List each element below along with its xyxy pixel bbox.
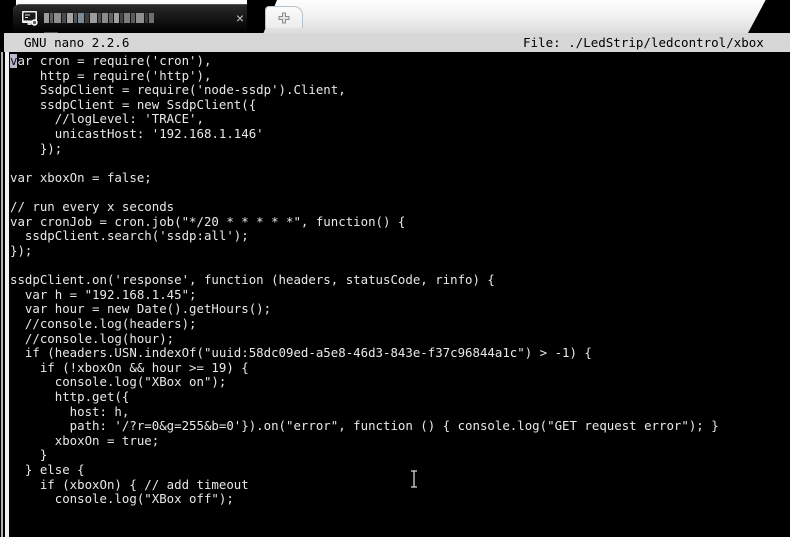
code-line: xboxOn = true; — [10, 433, 160, 448]
code-line: //logLevel: 'TRACE', — [10, 112, 204, 127]
code-line: ssdpClient.search('ssdp:all'); — [10, 229, 249, 244]
code-line: path: '/?r=0&g=255&b=0'}).on("error", fu… — [10, 419, 719, 434]
code-line: console.log("XBox on"); — [10, 375, 227, 390]
code-line: }); — [10, 141, 63, 156]
code-line: }); — [10, 243, 33, 258]
code-line: if (headers.USN.indexOf("uuid:58dc09ed-a… — [10, 346, 592, 361]
new-tab-button[interactable] — [265, 6, 303, 28]
code-line: //console.log(hour); — [10, 331, 175, 346]
code-line: SsdpClient = require('node-ssdp').Client… — [10, 83, 346, 98]
code-line: var hour = new Date().getHours(); — [10, 302, 272, 317]
nano-version-label: GNU nano 2.2.6 — [24, 35, 130, 50]
terminal-text-area[interactable]: var cron = require('cron'), http = requi… — [0, 52, 790, 537]
close-icon[interactable]: × — [232, 10, 248, 26]
code-line: console.log("XBox off"); — [10, 492, 234, 507]
code-line: if (!xboxOn && hour >= 19) { — [10, 360, 249, 375]
code-line: } — [10, 448, 48, 463]
terminal-window: × GNU nano 2.2.6 File: ./LedStrip/ledcon… — [0, 0, 790, 537]
code-line: var cronJob = cron.job("*/20 * * * * *",… — [10, 214, 406, 229]
terminal-icon — [22, 11, 39, 26]
code-line: if (xboxOn) { // add timeout — [10, 477, 249, 492]
code-line: } else { — [10, 463, 85, 478]
code-line: ssdpClient = new SsdpClient({ — [10, 97, 257, 112]
code-line: var xboxOn = false; — [10, 170, 152, 185]
window-titlebar: × — [0, 0, 790, 33]
text-cursor: v — [10, 54, 18, 68]
code-line: host: h, — [10, 404, 130, 419]
nano-file-label: File: ./LedStrip/ledcontrol/xbox — [523, 35, 764, 50]
code-line: http.get({ — [10, 390, 130, 405]
code-content: var cron = require('cron'), http = requi… — [10, 54, 790, 507]
code-line: // run every x seconds — [10, 200, 175, 215]
code-line: ssdpClient.on('response', function (head… — [10, 273, 495, 288]
code-line: unicastHost: '192.168.1.146' — [10, 127, 264, 142]
code-line: var h = "192.168.1.45"; — [10, 287, 197, 302]
nano-header-bar: GNU nano 2.2.6 File: ./LedStrip/ledcontr… — [4, 33, 790, 52]
code-line: //console.log(headers); — [10, 316, 197, 331]
terminal-scrollbar[interactable] — [5, 52, 9, 537]
code-line: http = require('http'), — [10, 68, 212, 83]
code-line: var cron = require('cron'), — [10, 54, 212, 68]
tab-title-redacted — [44, 13, 156, 33]
plus-icon — [277, 11, 291, 25]
